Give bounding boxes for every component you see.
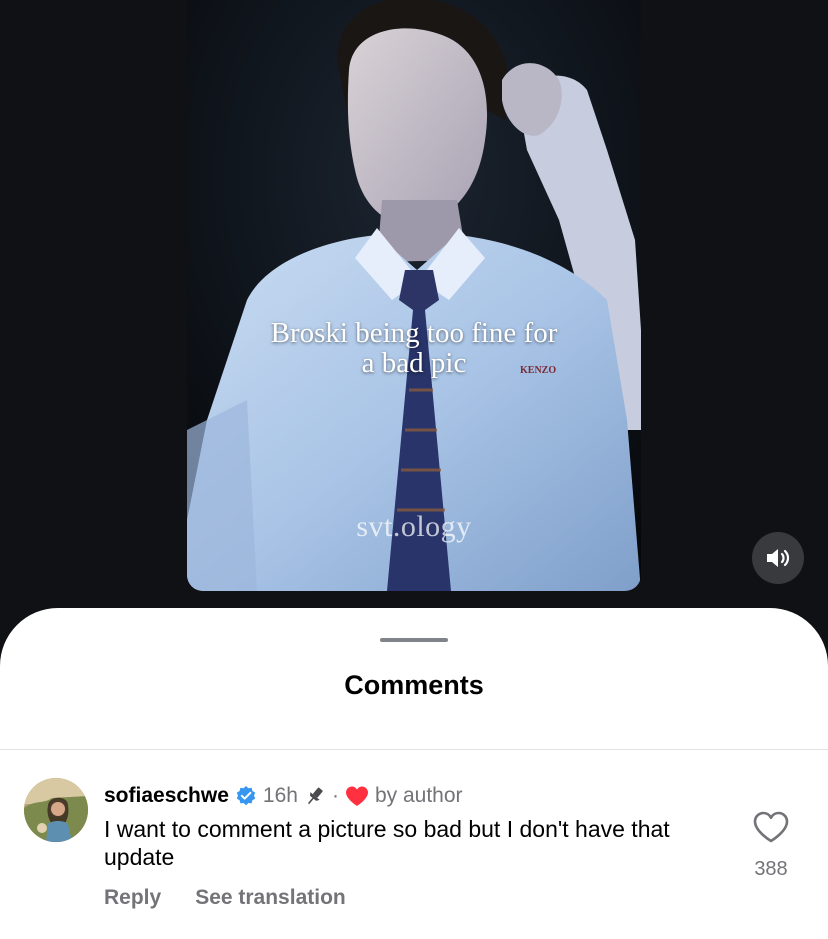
comments-sheet: Comments sofiaeschwe 16h · by author I w…	[0, 608, 828, 939]
reel-video[interactable]: Broski being too fine for a bad pic KENZ…	[187, 0, 641, 591]
red-heart-icon	[345, 786, 368, 806]
like-count: 388	[754, 858, 788, 880]
comment-actions: Reply See translation	[104, 886, 346, 910]
comment-username[interactable]: sofiaeschwe	[104, 784, 229, 808]
reel-screen: Broski being too fine for a bad pic KENZ…	[0, 0, 828, 939]
caption-line-1: Broski being too fine for	[270, 317, 558, 349]
sound-toggle-button[interactable]	[752, 532, 804, 584]
sheet-drag-handle[interactable]	[380, 638, 448, 642]
avatar-photo	[24, 778, 88, 842]
comment-time: 16h	[262, 784, 298, 807]
sheet-divider	[0, 749, 828, 750]
watermark: svt.ology	[356, 510, 472, 543]
caption-line-2: a bad pic	[361, 347, 467, 379]
speaker-on-icon	[767, 549, 790, 567]
liked-by-author-label: by author	[374, 784, 463, 807]
video-frame-illustration	[187, 0, 641, 591]
avatar[interactable]	[24, 778, 88, 842]
comment-meta: sofiaeschwe 16h · by author	[104, 782, 463, 810]
pin-icon	[307, 787, 323, 805]
meta-separator: ·	[331, 784, 339, 807]
shirt-brand-logo: KENZO	[520, 365, 557, 376]
sheet-title: Comments	[344, 670, 484, 700]
reel-caption: Broski being too fine for a bad pic	[187, 318, 641, 378]
heart-outline-icon[interactable]	[752, 810, 790, 844]
see-translation-button[interactable]: See translation	[195, 886, 346, 910]
reply-button[interactable]: Reply	[104, 886, 161, 910]
comment-text: I want to comment a picture so bad but I…	[104, 816, 670, 870]
verified-badge-icon	[236, 786, 256, 806]
